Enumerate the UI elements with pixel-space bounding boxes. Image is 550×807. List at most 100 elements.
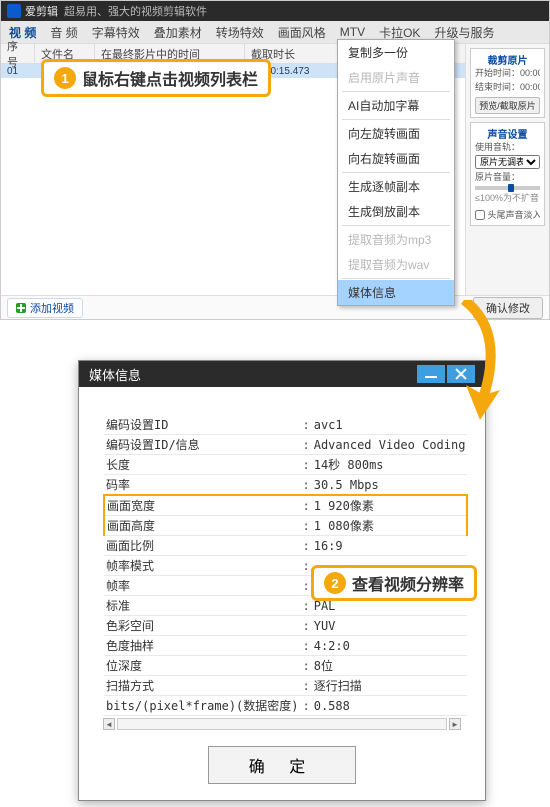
tab-audio[interactable]: 音 频 bbox=[50, 24, 77, 41]
clip-trim-title: 裁剪原片 bbox=[475, 52, 540, 67]
menu-extract-mp3: 提取音频为mp3 bbox=[338, 227, 454, 252]
info-sep: : bbox=[301, 616, 312, 636]
table-row: 编码设置ID/信息:Advanced Video Coding bbox=[104, 435, 467, 455]
minimize-button[interactable] bbox=[417, 365, 445, 383]
use-track-label: 使用音轨： bbox=[475, 142, 520, 152]
info-key: 位深度 bbox=[104, 656, 301, 676]
info-value: 0.588 bbox=[312, 696, 468, 716]
preview-trim-button[interactable]: 预览/截取原片 bbox=[475, 97, 540, 114]
menu-media-info[interactable]: 媒体信息 bbox=[338, 280, 454, 305]
callout-1-text: 鼠标右键点击视频列表栏 bbox=[82, 66, 258, 90]
info-sep: : bbox=[301, 656, 312, 676]
table-row: 画面高度:1 080像素 bbox=[104, 516, 467, 536]
info-value: 1 080像素 bbox=[312, 516, 468, 536]
track-select[interactable]: 原片无调表 bbox=[475, 155, 540, 169]
context-menu: 复制多一份 启用原片声音 AI自动加字幕 向左旋转画面 向右旋转画面 生成逐帧副… bbox=[337, 39, 455, 306]
titlebar: 爱剪辑 超易用、强大的视频剪辑软件 bbox=[1, 1, 549, 21]
plus-icon bbox=[16, 303, 26, 313]
col-number[interactable]: 序号 bbox=[1, 44, 35, 63]
info-key: bits/(pixel*frame)(数据密度) bbox=[104, 696, 301, 716]
app-name: 爱剪辑 bbox=[25, 3, 58, 19]
info-value: 14秒 800ms bbox=[312, 455, 468, 475]
info-sep: : bbox=[301, 596, 312, 616]
tab-karaoke[interactable]: 卡拉OK bbox=[379, 24, 420, 41]
callout-2-text: 查看视频分辨率 bbox=[352, 571, 464, 595]
scroll-right-icon[interactable]: ► bbox=[449, 718, 461, 730]
info-key: 画面比例 bbox=[104, 536, 301, 556]
callout-step-2: 2 查看视频分辨率 bbox=[311, 565, 477, 601]
volume-slider[interactable] bbox=[475, 186, 540, 190]
media-titlebar: 媒体信息 bbox=[79, 361, 485, 387]
sound-box: 声音设置 使用音轨： 原片无调表 原片音量： ≤100%为不扩音 头尾声音淡入淡… bbox=[470, 122, 545, 226]
scroll-track[interactable] bbox=[117, 718, 447, 730]
start-val: 00:00:00.000 bbox=[520, 68, 540, 78]
fade-label: 头尾声音淡入淡出 bbox=[488, 210, 540, 220]
scale-note: ≤100%为不扩音 bbox=[475, 192, 540, 206]
info-sep: : bbox=[301, 475, 312, 496]
menu-rotate-left[interactable]: 向左旋转画面 bbox=[338, 121, 454, 146]
table-row: 码率:30.5 Mbps bbox=[104, 475, 467, 496]
confirm-edit-button[interactable]: 确认修改 bbox=[473, 297, 543, 319]
info-value: 4:2:0 bbox=[312, 636, 468, 656]
ok-button[interactable]: 确 定 bbox=[208, 746, 356, 784]
media-title-text: 媒体信息 bbox=[89, 365, 141, 384]
side-panel: 裁剪原片 开始时间：00:00:00.000 结束时间：00:00:15.473… bbox=[465, 44, 549, 295]
menu-copy[interactable]: 复制多一份 bbox=[338, 40, 454, 65]
row-num: 01 bbox=[1, 66, 35, 77]
table-row: 扫描方式:逐行扫描 bbox=[104, 676, 467, 696]
tab-overlay[interactable]: 叠加素材 bbox=[154, 24, 202, 41]
callout-step-1: 1 鼠标右键点击视频列表栏 bbox=[41, 59, 271, 97]
scroll-left-icon[interactable]: ◄ bbox=[103, 718, 115, 730]
tabbar: 视 频 音 频 字幕特效 叠加素材 转场特效 画面风格 MTV 卡拉OK 升级与… bbox=[1, 21, 549, 43]
info-value: YUV bbox=[312, 616, 468, 636]
h-scrollbar[interactable]: ◄ ► bbox=[103, 718, 461, 730]
end-label: 结束时间： bbox=[475, 82, 520, 92]
info-key: 画面宽度 bbox=[104, 495, 301, 516]
table-row: 色度抽样:4:2:0 bbox=[104, 636, 467, 656]
table-row: 编码设置ID:avc1 bbox=[104, 415, 467, 435]
info-key: 画面高度 bbox=[104, 516, 301, 536]
info-key: 色度抽样 bbox=[104, 636, 301, 656]
info-sep: : bbox=[301, 676, 312, 696]
media-body: 编码设置ID:avc1编码设置ID/信息:Advanced Video Codi… bbox=[79, 387, 485, 800]
add-video-button[interactable]: 添加视频 bbox=[7, 298, 83, 318]
info-key: 色彩空间 bbox=[104, 616, 301, 636]
tab-subtitle-fx[interactable]: 字幕特效 bbox=[92, 24, 140, 41]
menu-use-original-audio: 启用原片声音 bbox=[338, 65, 454, 90]
info-key: 编码设置ID/信息 bbox=[104, 435, 301, 455]
info-sep: : bbox=[301, 495, 312, 516]
info-key: 码率 bbox=[104, 475, 301, 496]
menu-rotate-right[interactable]: 向右旋转画面 bbox=[338, 146, 454, 171]
tab-transition[interactable]: 转场特效 bbox=[216, 24, 264, 41]
fade-checkbox[interactable] bbox=[475, 210, 485, 220]
info-key: 帧率模式 bbox=[104, 556, 301, 576]
info-value: avc1 bbox=[312, 415, 468, 435]
table-row: bits/(pixel*frame)(数据密度):0.588 bbox=[104, 696, 467, 716]
info-sep: : bbox=[301, 415, 312, 435]
info-value: 16:9 bbox=[312, 536, 468, 556]
menu-reverse-copy[interactable]: 生成倒放副本 bbox=[338, 199, 454, 224]
tab-style[interactable]: 画面风格 bbox=[278, 24, 326, 41]
menu-ai-subtitle[interactable]: AI自动加字幕 bbox=[338, 93, 454, 118]
tab-upgrade[interactable]: 升级与服务 bbox=[434, 24, 494, 41]
start-label: 开始时间： bbox=[475, 68, 520, 78]
table-row: 长度:14秒 800ms bbox=[104, 455, 467, 475]
table-row: 色彩空间:YUV bbox=[104, 616, 467, 636]
badge-2: 2 bbox=[324, 572, 346, 594]
info-sep: : bbox=[301, 696, 312, 716]
add-video-label: 添加视频 bbox=[30, 300, 74, 316]
info-sep: : bbox=[301, 435, 312, 455]
media-info-window: 媒体信息 编码设置ID:avc1编码设置ID/信息:Advanced Video… bbox=[78, 360, 486, 801]
tab-mtv[interactable]: MTV bbox=[340, 25, 365, 39]
clip-trim-box: 裁剪原片 开始时间：00:00:00.000 结束时间：00:00:15.473… bbox=[470, 48, 545, 118]
app-subtitle: 超易用、强大的视频剪辑软件 bbox=[64, 3, 207, 19]
info-value: 8位 bbox=[312, 656, 468, 676]
info-value: 30.5 Mbps bbox=[312, 475, 468, 496]
sound-title: 声音设置 bbox=[475, 126, 540, 141]
table-row: 画面比例:16:9 bbox=[104, 536, 467, 556]
close-button[interactable] bbox=[447, 365, 475, 383]
menu-frame-copy[interactable]: 生成逐帧副本 bbox=[338, 174, 454, 199]
info-key: 扫描方式 bbox=[104, 676, 301, 696]
app-window: 爱剪辑 超易用、强大的视频剪辑软件 视 频 音 频 字幕特效 叠加素材 转场特效… bbox=[0, 0, 550, 320]
info-value: 逐行扫描 bbox=[312, 676, 468, 696]
